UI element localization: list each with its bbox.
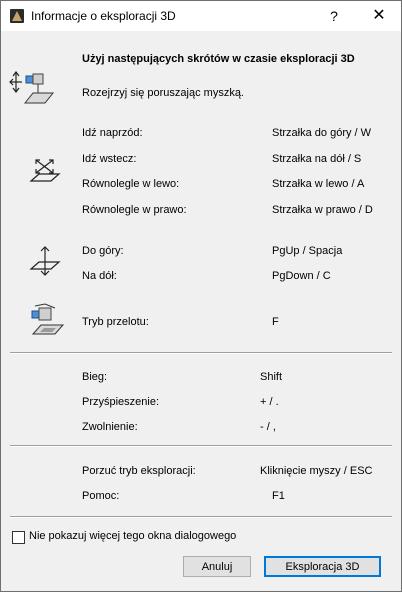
explore-3d-button[interactable]: Eksploracja 3D — [264, 556, 381, 577]
dialog-content: Użyj następujących skrótów w czasie eksp… — [1, 31, 401, 591]
speed-key-2: - / , — [260, 421, 276, 433]
vertical-action-1: Na dół: — [82, 270, 117, 282]
flight-mode-icon — [31, 303, 65, 335]
mouse-look-text: Rozejrzyj się poruszając myszką. — [82, 87, 244, 99]
other-key-0: Kliknięcie myszy / ESC — [260, 465, 373, 477]
cancel-button[interactable]: Anuluj — [183, 556, 251, 577]
dont-show-label[interactable]: Nie pokazuj więcej tego okna dialogowego — [29, 530, 236, 542]
dont-show-checkbox[interactable] — [12, 531, 25, 544]
separator-1 — [10, 352, 392, 354]
speed-key-1: + / . — [260, 396, 279, 408]
movement-action-1: Idź wstecz: — [82, 153, 137, 165]
movement-key-2: Strzałka w lewo / A — [272, 178, 365, 190]
movement-key-3: Strzałka w prawo / D — [272, 204, 373, 216]
movement-key-0: Strzałka do góry / W — [272, 127, 372, 139]
help-button[interactable]: ? — [311, 1, 357, 31]
flight-action: Tryb przelotu: — [82, 316, 149, 328]
speed-action-0: Bieg: — [82, 371, 108, 383]
movement-arrows-icon — [29, 159, 61, 182]
close-button[interactable]: ✕ — [356, 1, 402, 31]
vertical-key-0: PgUp / Spacja — [272, 245, 343, 257]
vertical-action-0: Do góry: — [82, 245, 124, 257]
app-logo-icon — [10, 9, 24, 23]
other-action-0: Porzuć tryb eksploracji: — [82, 465, 196, 477]
movement-key-1: Strzałka na dół / S — [272, 153, 362, 165]
other-key-1: F1 — [272, 490, 285, 502]
mouse-look-icon — [9, 71, 55, 104]
dialog-heading: Użyj następujących skrótów w czasie eksp… — [82, 53, 355, 65]
dialog-window: Informacje o eksploracji 3D ? ✕ Użyj nas… — [0, 0, 402, 592]
movement-action-2: Równolegle w lewo: — [82, 178, 180, 190]
speed-action-1: Przyśpieszenie: — [82, 396, 160, 408]
flight-key: F — [272, 316, 279, 328]
separator-2 — [10, 445, 392, 447]
vertical-key-1: PgDown / C — [272, 270, 331, 282]
movement-action-3: Równolegle w prawo: — [82, 204, 187, 216]
speed-key-0: Shift — [260, 371, 283, 383]
speed-action-2: Zwolnienie: — [82, 421, 138, 433]
title-bar: Informacje o eksploracji 3D ? ✕ — [1, 1, 401, 31]
window-title: Informacje o eksploracji 3D — [31, 9, 176, 23]
other-action-1: Pomoc: — [82, 490, 120, 502]
vertical-move-icon — [29, 246, 61, 276]
separator-3 — [10, 516, 392, 518]
movement-action-0: Idź naprzód: — [82, 127, 143, 139]
